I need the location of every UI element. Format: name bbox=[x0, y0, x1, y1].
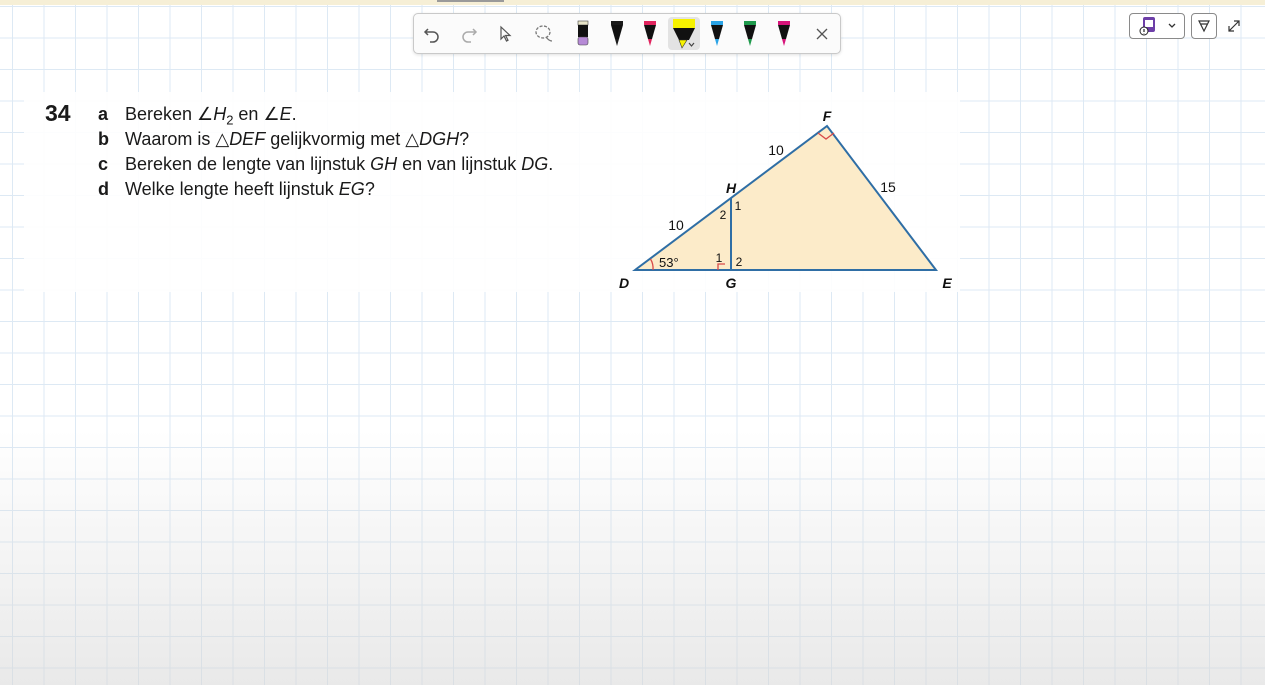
question-text: ? bbox=[459, 129, 470, 149]
question-letter: a bbox=[98, 104, 109, 124]
expand-icon bbox=[1228, 20, 1240, 32]
angle-h2-label: 2 bbox=[720, 208, 727, 222]
pen-blue-icon bbox=[711, 20, 723, 46]
ink-dropdown-graphic bbox=[1139, 17, 1176, 36]
vertex-label-g: G bbox=[726, 275, 737, 291]
pen-blue-button[interactable] bbox=[701, 17, 733, 50]
funnel-icon bbox=[1198, 20, 1210, 33]
vertex-label-h: H bbox=[726, 180, 737, 196]
question-text: Welke lengte heeft lijnstuk bbox=[125, 179, 339, 199]
angle-d-label: 53° bbox=[659, 255, 679, 270]
question-var: DEF bbox=[229, 129, 266, 149]
question-var: GH bbox=[370, 154, 398, 174]
vertex-label-e: E bbox=[942, 275, 952, 291]
question-c: c Bereken de lengte van lijnstuk GH en va… bbox=[98, 154, 553, 175]
question-a: a Bereken ∠H2 en ∠E. bbox=[98, 104, 297, 128]
angle-g2-label: 2 bbox=[736, 255, 743, 269]
question-text: Bereken de lengte van lijnstuk bbox=[125, 154, 371, 174]
question-var: E bbox=[279, 104, 292, 124]
pen-red-icon bbox=[644, 20, 656, 46]
pen-purple-icon bbox=[577, 20, 589, 45]
pen-green-icon bbox=[744, 20, 756, 46]
question-text: en ∠ bbox=[233, 104, 280, 124]
chevron-down-icon bbox=[1168, 23, 1176, 28]
redo-icon bbox=[462, 27, 478, 43]
question-d: d Welke lengte heeft lijnstuk EG? bbox=[98, 179, 375, 200]
angle-h1-label: 1 bbox=[735, 199, 742, 213]
pen-green-button[interactable] bbox=[734, 17, 766, 50]
question-text: . bbox=[291, 104, 297, 124]
pen-black-button[interactable] bbox=[601, 17, 633, 50]
select-tool-button[interactable] bbox=[490, 17, 522, 50]
lasso-icon bbox=[535, 24, 553, 42]
triangle-figure: F H D G E 10 10 15 53° 1 2 1 2 bbox=[619, 108, 952, 291]
highlighter-yellow-icon bbox=[673, 18, 695, 49]
question-text: Bereken ∠ bbox=[125, 104, 214, 124]
length-hf: 10 bbox=[768, 142, 784, 158]
undo-button[interactable] bbox=[416, 17, 448, 50]
highlighter-yellow-button[interactable] bbox=[668, 17, 700, 50]
close-icon bbox=[816, 28, 828, 39]
lasso-tool-button[interactable] bbox=[528, 17, 560, 50]
length-fe: 15 bbox=[880, 179, 896, 195]
active-tab-indicator bbox=[437, 0, 504, 2]
angle-g1-label: 1 bbox=[716, 251, 723, 265]
question-letter: d bbox=[98, 179, 109, 199]
question-text: en van lijnstuk bbox=[397, 154, 522, 174]
highlighter-tool-icon bbox=[1139, 17, 1155, 36]
question-b: b Waarom is △DEF gelijkvormig met △DGH? bbox=[98, 129, 469, 150]
question-text: gelijkvormig met △ bbox=[265, 129, 420, 149]
triangle-def bbox=[632, 124, 939, 271]
top-strip bbox=[0, 0, 1265, 5]
ink-tool-dropdown[interactable] bbox=[1129, 13, 1185, 39]
pen-magenta-icon bbox=[778, 20, 790, 46]
filter-button[interactable] bbox=[1191, 13, 1217, 39]
pen-magenta-button[interactable] bbox=[768, 17, 800, 50]
question-var: EG bbox=[338, 179, 365, 199]
pen-black-icon bbox=[611, 20, 623, 46]
drawing-toolbar bbox=[413, 13, 841, 54]
pen-red-button[interactable] bbox=[634, 17, 666, 50]
expand-button[interactable] bbox=[1223, 15, 1245, 37]
length-dh: 10 bbox=[668, 217, 684, 233]
question-text: ? bbox=[364, 179, 375, 199]
close-toolbar-button[interactable] bbox=[806, 17, 838, 50]
vertex-label-d: D bbox=[619, 275, 629, 291]
exercise-number: 34 bbox=[45, 100, 71, 126]
pen-purple-button[interactable] bbox=[567, 17, 599, 50]
question-text: Waarom is △ bbox=[125, 129, 230, 149]
question-text: . bbox=[548, 154, 554, 174]
question-var: DG bbox=[521, 154, 549, 174]
undo-icon bbox=[423, 27, 439, 43]
question-var: DGH bbox=[419, 129, 460, 149]
question-letter: b bbox=[98, 129, 109, 149]
redo-button[interactable] bbox=[453, 17, 485, 50]
question-var: H bbox=[213, 104, 227, 124]
question-letter: c bbox=[98, 154, 109, 174]
vertex-label-f: F bbox=[823, 108, 832, 124]
cursor-icon bbox=[500, 25, 512, 42]
